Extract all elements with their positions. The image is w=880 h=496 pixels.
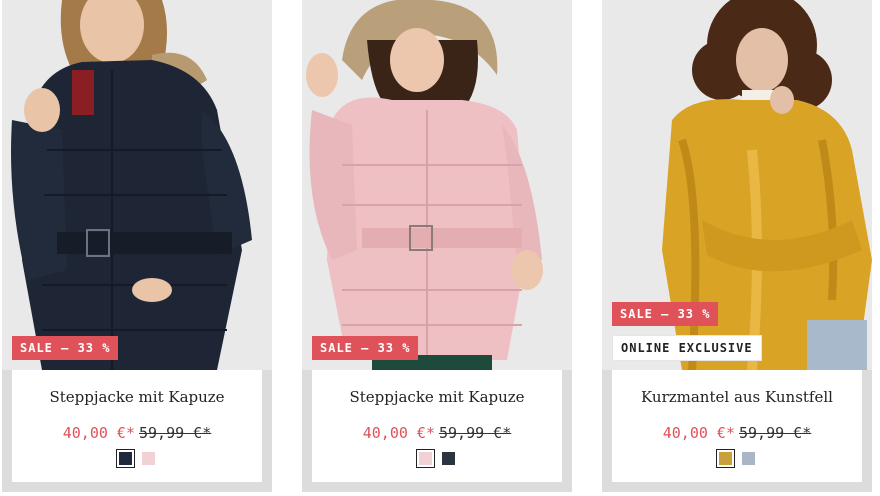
price-row: 40,00 €* 59,99 €* (12, 424, 262, 442)
sale-badge: SALE – 33 % (12, 336, 119, 360)
product-info: Kurzmantel aus Kunstfell 40,00 €* 59,99 €… (612, 370, 862, 482)
original-price: 59,99 €* (739, 424, 812, 442)
product-name[interactable]: Steppjacke mit Kapuze (12, 388, 262, 406)
color-swatch[interactable] (116, 449, 135, 468)
product-name[interactable]: Steppjacke mit Kapuze (312, 388, 562, 406)
price-row: 40,00 €* 59,99 €* (312, 424, 562, 442)
color-swatch[interactable] (416, 449, 435, 468)
sale-badge: SALE – 33 % (612, 302, 719, 326)
product-info: Steppjacke mit Kapuze 40,00 €* 59,99 €* (12, 370, 262, 482)
product-image[interactable] (2, 0, 272, 370)
sale-price: 40,00 €* (362, 424, 435, 442)
price-row: 40,00 €* 59,99 €* (612, 424, 862, 442)
product-name[interactable]: Kurzmantel aus Kunstfell (612, 388, 862, 406)
color-swatch[interactable] (742, 452, 755, 465)
original-price: 59,99 €* (139, 424, 212, 442)
color-swatches (312, 449, 562, 468)
sale-price: 40,00 €* (662, 424, 735, 442)
sale-badge: SALE – 33 % (312, 336, 419, 360)
color-swatches (12, 449, 262, 468)
product-card[interactable]: SALE – 33 % ONLINE EXCLUSIVE Kurzmantel … (602, 0, 872, 492)
product-info: Steppjacke mit Kapuze 40,00 €* 59,99 €* (312, 370, 562, 482)
color-swatch[interactable] (142, 452, 155, 465)
product-card[interactable]: SALE – 33 % Steppjacke mit Kapuze 40,00 … (2, 0, 272, 492)
sale-price: 40,00 €* (62, 424, 135, 442)
original-price: 59,99 €* (439, 424, 512, 442)
color-swatch[interactable] (716, 449, 735, 468)
product-card[interactable]: SALE – 33 % Steppjacke mit Kapuze 40,00 … (302, 0, 572, 492)
product-image[interactable] (302, 0, 572, 370)
color-swatches (612, 449, 862, 468)
color-swatch[interactable] (442, 452, 455, 465)
online-exclusive-badge: ONLINE EXCLUSIVE (612, 335, 762, 361)
